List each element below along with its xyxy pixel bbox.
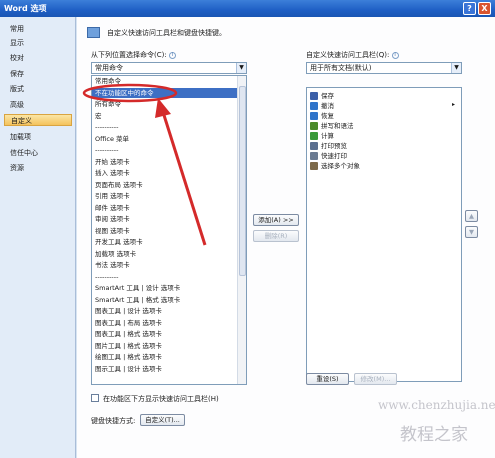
commands-list-item[interactable]: 邮件 选项卡 (95, 203, 130, 213)
sidebar-item-popular[interactable]: 常用 (4, 23, 72, 35)
title-bar: Word 选项 ? X (0, 0, 495, 17)
show-below-ribbon-checkbox[interactable] (91, 394, 99, 402)
sidebar-item-save[interactable]: 保存 (4, 68, 72, 80)
qat-list-item[interactable]: 计算 (321, 131, 334, 141)
modify-button[interactable]: 修改(M)... (354, 373, 397, 385)
qat-list-item[interactable]: 打印预览 (321, 141, 347, 151)
choose-commands-label: 从下列位置选择命令(C): i (91, 50, 176, 60)
commands-list-item[interactable]: 图片工具 | 格式 选项卡 (95, 341, 162, 351)
commands-list-item[interactable]: 宏 (95, 111, 102, 121)
options-sidebar: 常用 显示 校对 保存 版式 高级 自定义 加载项 信任中心 资源 (0, 17, 76, 458)
commands-source-dropdown[interactable]: 常用命令 ▼ (91, 62, 247, 74)
qat-scope-dropdown[interactable]: 用于所有文档(默认) ▼ (306, 62, 462, 74)
remove-button[interactable]: 删除(R) (253, 230, 299, 242)
commands-listbox[interactable]: 常用命令 不在功能区中的命令 所有命令宏 ---------- Office 菜单 ---… (91, 75, 247, 385)
help-button[interactable]: ? (463, 2, 476, 15)
show-below-ribbon-label: 在功能区下方显示快速访问工具栏(H) (103, 395, 219, 403)
commands-list-item[interactable]: 插入 选项卡 (95, 168, 130, 178)
qat-list-item[interactable]: 拼写和语法 (321, 121, 354, 131)
spelling-icon (310, 122, 318, 130)
commands-list-item[interactable]: Office 菜单 (95, 134, 129, 144)
toolbar-icon (87, 27, 100, 38)
commands-list-item[interactable]: 图表工具 | 格式 选项卡 (95, 329, 162, 339)
reset-button[interactable]: 重设(S) (306, 373, 349, 385)
watermark-url: www.chenzhujia.net (378, 398, 495, 412)
keyboard-shortcuts-label: 键盘快捷方式: (91, 417, 136, 425)
help-icon: ? (467, 4, 472, 13)
sidebar-item-layout[interactable]: 版式 (4, 83, 72, 95)
commands-list-item[interactable]: 所有命令 (95, 99, 121, 109)
customize-qat-label: 自定义快速访问工具栏(Q): i (306, 50, 399, 60)
commands-list-item[interactable]: 图表工具 | 布局 选项卡 (95, 318, 162, 328)
info-icon: i (168, 51, 176, 59)
chevron-down-icon[interactable]: ▼ (236, 63, 246, 73)
commands-list-item[interactable]: SmartArt 工具 | 设计 选项卡 (95, 283, 180, 293)
redo-icon (310, 112, 318, 120)
select-objects-icon (310, 162, 318, 170)
commands-list-item[interactable]: ---------- (95, 272, 118, 282)
qat-listbox[interactable]: 保存 撤消 恢复 拼写和语法 计算 打印预览 快速打印 选择多个对象 ▸ (306, 87, 462, 382)
qat-list-item[interactable]: 保存 (321, 91, 334, 101)
chevron-down-icon[interactable]: ▼ (451, 63, 461, 73)
qat-list-item[interactable]: 快速打印 (321, 151, 347, 161)
commands-list-item[interactable]: 页面布局 选项卡 (95, 180, 143, 190)
customize-shortcuts-button[interactable]: 自定义(T)... (140, 414, 185, 426)
add-button[interactable]: 添加(A) >> (253, 214, 299, 226)
panel-heading: 自定义快速访问工具栏和键盘快捷键。 (107, 29, 226, 37)
print-preview-icon (310, 142, 318, 150)
calculate-icon (310, 132, 318, 140)
commands-list-item[interactable]: 书法 选项卡 (95, 260, 130, 270)
qat-list-item[interactable]: 撤消 (321, 101, 334, 111)
commands-list-item[interactable]: ---------- (95, 122, 118, 132)
sidebar-item-advanced[interactable]: 高级 (4, 99, 72, 111)
undo-icon (310, 102, 318, 110)
arrow-down-icon: ▼ (469, 228, 474, 236)
commands-list-item[interactable]: 常用命令 (95, 76, 121, 86)
arrow-up-icon: ▲ (469, 212, 474, 220)
window-title: Word 选项 (4, 4, 47, 13)
close-button[interactable]: X (478, 2, 491, 15)
sidebar-item-resources[interactable]: 资源 (4, 162, 72, 174)
scrollbar-thumb[interactable] (239, 86, 246, 276)
commands-list-item[interactable]: 加载项 选项卡 (95, 249, 136, 259)
commands-list-item[interactable]: 开始 选项卡 (95, 157, 130, 167)
move-up-button[interactable]: ▲ (465, 210, 478, 222)
sidebar-item-customize[interactable]: 自定义 (4, 114, 72, 126)
commands-list-item[interactable]: 图示工具 | 设计 选项卡 (95, 364, 162, 374)
watermark-text: 教程之家 (400, 425, 468, 445)
qat-list-item[interactable]: 选择多个对象 (321, 161, 360, 171)
commands-list-item[interactable]: 视图 选项卡 (95, 226, 130, 236)
sidebar-item-display[interactable]: 显示 (4, 37, 72, 49)
info-icon: i (391, 51, 399, 59)
quick-print-icon (310, 152, 318, 160)
close-icon: X (481, 4, 488, 13)
sidebar-item-addins[interactable]: 加载项 (4, 131, 72, 143)
commands-list-item[interactable]: 审阅 选项卡 (95, 214, 130, 224)
commands-scrollbar[interactable] (237, 76, 246, 384)
commands-list-item[interactable]: 开发工具 选项卡 (95, 237, 143, 247)
sidebar-item-trust-center[interactable]: 信任中心 (4, 147, 72, 159)
save-icon (310, 92, 318, 100)
sidebar-item-proofing[interactable]: 校对 (4, 52, 72, 64)
commands-list-item[interactable]: 引用 选项卡 (95, 191, 130, 201)
commands-list-item[interactable]: SmartArt 工具 | 格式 选项卡 (95, 295, 180, 305)
customize-panel: 自定义快速访问工具栏和键盘快捷键。 从下列位置选择命令(C): i 常用命令 ▼… (77, 17, 495, 458)
move-down-button[interactable]: ▼ (465, 226, 478, 238)
commands-list-item-selected[interactable]: 不在功能区中的命令 (92, 87, 239, 98)
commands-list-item[interactable]: ---------- (95, 145, 118, 155)
commands-list-item[interactable]: 图表工具 | 设计 选项卡 (95, 306, 162, 316)
expand-arrow-icon: ▸ (452, 101, 456, 108)
commands-list-item[interactable]: 绘图工具 | 格式 选项卡 (95, 352, 162, 362)
qat-list-item[interactable]: 恢复 (321, 111, 334, 121)
